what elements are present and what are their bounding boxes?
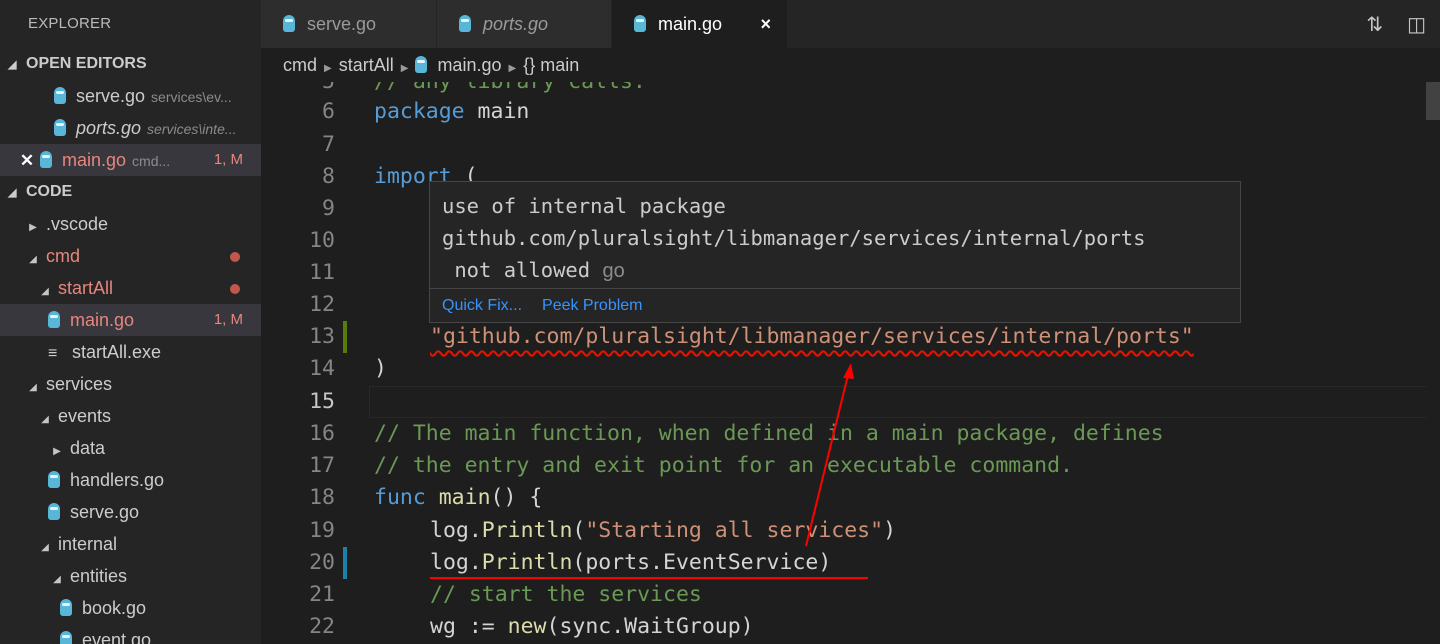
problem-hover-widget: use of internal package github.com/plural… bbox=[429, 181, 1241, 323]
tree-item-handlers-go[interactable]: handlers.go bbox=[0, 464, 261, 496]
tree-item-startall-exe[interactable]: ≡ startAll.exe bbox=[0, 336, 261, 368]
code-folder-header[interactable]: ◢ CODE bbox=[0, 176, 261, 208]
open-editors-header[interactable]: ◢ OPEN EDITORS bbox=[0, 48, 261, 80]
code-line: 20 log.Println(ports.EventService) bbox=[261, 547, 1440, 579]
tree-item-serve-go[interactable]: serve.go bbox=[0, 496, 261, 528]
chevron-down-icon: ◢ bbox=[8, 187, 17, 199]
breadcrumb: cmd ▶ startAll ▶ main.go ▶ {} main bbox=[261, 48, 1440, 82]
code-line: 19 log.Println("Starting all services") bbox=[309, 518, 897, 543]
go-file-icon bbox=[415, 56, 428, 73]
file-name: main.go bbox=[62, 150, 127, 170]
code-line-current: 15 bbox=[309, 389, 335, 414]
modified-gutter-marker bbox=[343, 321, 347, 353]
go-file-icon bbox=[54, 87, 66, 104]
tree-item-startall[interactable]: ◢ startAll bbox=[0, 272, 261, 304]
chevron-right-icon: ▶ bbox=[324, 63, 332, 74]
code-line: 21// start the services bbox=[309, 582, 702, 607]
go-file-icon bbox=[283, 15, 295, 32]
chevron-down-icon: ◢ bbox=[29, 254, 37, 265]
editor-scrollbar[interactable] bbox=[1426, 82, 1440, 644]
file-path: cmd... bbox=[132, 153, 171, 169]
tree-item-vscode[interactable]: ▶ .vscode bbox=[0, 208, 261, 240]
go-file-icon bbox=[48, 503, 60, 520]
file-name: serve.go bbox=[76, 86, 146, 106]
chevron-down-icon: ◢ bbox=[53, 574, 61, 585]
breadcrumb-item[interactable]: startAll bbox=[339, 55, 394, 75]
tab-ports-go[interactable]: ports.go bbox=[437, 0, 611, 48]
go-file-icon bbox=[40, 151, 52, 168]
hover-message: use of internal package github.com/plural… bbox=[442, 194, 1146, 282]
close-icon[interactable]: × bbox=[760, 0, 771, 48]
open-editor-main-go[interactable]: ✕ main.go cmd... 1, M bbox=[0, 144, 261, 176]
explorer-title: EXPLORER bbox=[28, 15, 112, 32]
go-file-icon bbox=[634, 15, 646, 32]
chevron-right-icon: ▶ bbox=[53, 446, 61, 457]
file-path: services\ev... bbox=[151, 89, 232, 105]
breadcrumb-item[interactable]: {} main bbox=[523, 55, 579, 75]
quick-fix-link[interactable]: Quick Fix... bbox=[442, 297, 522, 314]
file-lines-icon: ≡ bbox=[48, 345, 58, 362]
problem-source: go bbox=[602, 260, 625, 282]
tree-item-book-go[interactable]: book.go bbox=[0, 592, 261, 624]
breadcrumb-item[interactable]: cmd bbox=[283, 55, 317, 75]
tree-item-data[interactable]: ▶ data bbox=[0, 432, 261, 464]
hover-actions: Quick Fix... Peek Problem bbox=[430, 288, 1240, 322]
chevron-right-icon: ▶ bbox=[400, 63, 409, 74]
tab-main-go[interactable]: main.go × bbox=[612, 0, 787, 48]
go-file-icon bbox=[459, 15, 471, 32]
chevron-right-icon: ▶ bbox=[29, 222, 37, 233]
chevron-down-icon: ◢ bbox=[41, 414, 49, 425]
file-path: services\inte... bbox=[147, 121, 237, 137]
code-line: 18 func main() { bbox=[309, 485, 543, 510]
chevron-down-icon: ◢ bbox=[29, 382, 37, 393]
code-line: 6 package main bbox=[322, 99, 530, 124]
modified-dot bbox=[230, 284, 240, 294]
go-file-icon bbox=[60, 631, 72, 644]
editor-tab-bar: serve.go ports.go main.go × ⇅ ◫ bbox=[261, 0, 1440, 48]
split-editor-icon[interactable]: ◫ bbox=[1407, 12, 1426, 37]
chevron-right-icon: ▶ bbox=[508, 63, 517, 74]
problem-status: 1, M bbox=[213, 151, 243, 168]
scrollbar-thumb[interactable] bbox=[1426, 82, 1440, 120]
explorer-sidebar: EXPLORER ◢ OPEN EDITORS serve.go services\… bbox=[0, 0, 261, 644]
tab-serve-go[interactable]: serve.go bbox=[261, 0, 436, 48]
tree-item-cmd[interactable]: ◢ cmd bbox=[0, 240, 261, 272]
chevron-down-icon: ◢ bbox=[8, 59, 17, 71]
edited-gutter-marker bbox=[343, 547, 347, 579]
go-file-icon bbox=[48, 471, 60, 488]
open-editor-ports-go[interactable]: ports.go services\inte... bbox=[0, 112, 261, 144]
tree-item-entities[interactable]: ◢ entities bbox=[0, 560, 261, 592]
tree-item-event-go[interactable]: event.go bbox=[0, 624, 261, 644]
chevron-down-icon: ◢ bbox=[41, 542, 49, 553]
tree-item-main-go[interactable]: main.go 1, M bbox=[0, 304, 261, 336]
problem-status: 1, M bbox=[213, 311, 243, 328]
go-file-icon bbox=[48, 311, 60, 328]
file-name: ports.go bbox=[76, 118, 142, 138]
tree-item-services[interactable]: ◢ services bbox=[0, 368, 261, 400]
code-editor[interactable]: 5// any library calls. 6package main 7 8… bbox=[261, 82, 1440, 644]
code-line: 17// the entry and exit point for an exe… bbox=[309, 453, 1073, 478]
compare-icon[interactable]: ⇅ bbox=[1366, 12, 1383, 37]
code-line: 22 wg := new(sync.WaitGroup) bbox=[309, 614, 754, 639]
modified-dot bbox=[230, 252, 240, 262]
editor-actions: ⇅ ◫ bbox=[1366, 0, 1440, 48]
close-icon[interactable]: ✕ bbox=[14, 145, 40, 176]
peek-problem-link[interactable]: Peek Problem bbox=[542, 297, 643, 314]
code-line: 7 bbox=[322, 132, 335, 157]
chevron-down-icon: ◢ bbox=[41, 286, 49, 297]
tree-item-events[interactable]: ◢ events bbox=[0, 400, 261, 432]
code-line: 14) bbox=[309, 356, 387, 381]
open-editor-serve-go[interactable]: serve.go services\ev... bbox=[0, 80, 261, 112]
go-file-icon bbox=[54, 119, 66, 136]
code-line-error: 13 "github.com/pluralsight/libmanager/ser… bbox=[261, 321, 1440, 353]
go-file-icon bbox=[60, 599, 72, 616]
error-squiggle[interactable]: "github.com/pluralsight/libmanager/servi… bbox=[430, 324, 1194, 349]
breadcrumb-item[interactable]: main.go bbox=[437, 55, 501, 75]
code-line: 16// The main function, when defined in … bbox=[309, 421, 1164, 446]
tree-item-internal[interactable]: ◢ internal bbox=[0, 528, 261, 560]
